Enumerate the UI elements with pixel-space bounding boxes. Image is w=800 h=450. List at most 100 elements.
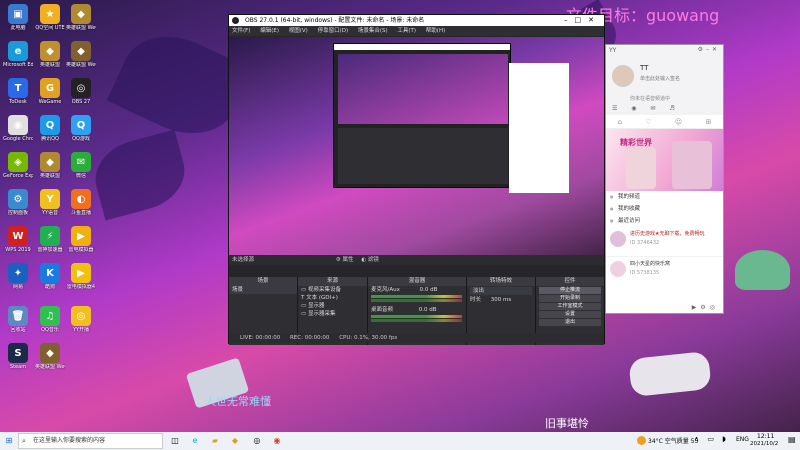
desktop-icon[interactable]: ▣ 此电脑 — [3, 4, 33, 31]
desktop-icon[interactable]: ★ QQ空间 UTE — [35, 4, 65, 31]
desktop-icon[interactable]: K 酷狗 — [35, 263, 65, 290]
obs-preview[interactable]: 在这里输入你要搜索的内容 — [229, 37, 604, 264]
menu-scene-collection[interactable]: 场景集合(S) — [358, 28, 388, 34]
desktop-icon-label: WeGame — [38, 99, 62, 105]
filters-button[interactable]: ◐ 滤镜 — [361, 257, 379, 263]
menu-tools[interactable]: 工具(T) — [397, 28, 416, 34]
exit-button[interactable]: 退出 — [539, 319, 601, 326]
game-icon[interactable]: ⊞ — [705, 118, 711, 126]
recent-channel[interactable]: 四小天星的快乐窝 ID 5738135 — [606, 257, 723, 287]
obs-titlebar[interactable]: OBS 27.0.1 (64-bit, windows) - 配置文件: 未命名… — [229, 15, 604, 26]
window-controls[interactable]: ⚙–✕ — [698, 46, 720, 53]
start-icon[interactable]: ⊞ — [4, 435, 14, 446]
desktop-icon[interactable]: ♫ QQ音乐 — [35, 306, 65, 333]
recent-channel[interactable]: 进历史游戏★无聊下载，免费畅玩 ID 3746432 — [606, 227, 723, 257]
transition-duration[interactable]: 时长 300 ms — [467, 296, 535, 304]
yy-toolbar-icons[interactable]: ☰ ◉ ✉ ♬ — [612, 105, 681, 112]
source-item[interactable]: ▭ 显示器 — [298, 302, 367, 310]
studio-mode-button[interactable]: 工作室模式 — [539, 303, 601, 310]
heart-icon[interactable]: ♡ — [645, 118, 651, 126]
app-icon: ▶ — [71, 263, 91, 283]
start-recording-button[interactable]: 开始录制 — [539, 295, 601, 302]
desktop-icon[interactable]: T ToDesk — [3, 78, 33, 105]
source-item[interactable]: ▭ 显示器采集 — [298, 310, 367, 318]
desktop-icon[interactable]: ◉Google Chrome — [3, 115, 33, 142]
menu-help[interactable]: 帮助(H) — [426, 28, 445, 34]
home-icon[interactable]: ⌂ — [618, 118, 622, 126]
desktop-icon-label: QQ空间 UTE — [35, 25, 65, 31]
menu-view[interactable]: 视图(V) — [289, 28, 308, 34]
desktop-icon[interactable]: Y YY语音 — [35, 189, 65, 216]
desktop-icon[interactable]: ⚙ 控制面板 — [3, 189, 33, 216]
desktop-icon[interactable]: ◈GeForce Experience — [3, 152, 33, 179]
desktop-icon[interactable]: W WPS 2019 — [3, 226, 33, 253]
notification-icon[interactable]: ▤ — [788, 435, 796, 444]
desktop-icon[interactable]: ▶ 雷电模拟器4 — [66, 263, 96, 290]
clock-time[interactable]: 12:11 — [757, 433, 774, 440]
desktop-icon[interactable]: ◆ 英雄联盟 — [35, 152, 65, 179]
recent-visits[interactable]: 最近访问 — [606, 215, 723, 227]
menu-file[interactable]: 文件(F) — [232, 28, 250, 34]
yy-banner[interactable]: 精彩世界 — [606, 129, 723, 191]
desktop-icon[interactable]: ◆英雄联盟 WeGame版 — [66, 41, 96, 68]
desktop-icon[interactable]: G WeGame — [35, 78, 65, 105]
desktop-icon[interactable]: 🗑 回收站 — [3, 306, 33, 333]
yy-footer-icons[interactable]: ▶⚙◎ — [606, 304, 723, 311]
game-icon[interactable]: ◆ — [230, 435, 240, 446]
desktop-icon[interactable]: eMicrosoft Edge — [3, 41, 33, 68]
desktop-icon[interactable]: ◐ 斗鱼直播 — [66, 189, 96, 216]
properties-button[interactable]: ⚙ 属性 — [336, 257, 354, 263]
menu-edit[interactable]: 编辑(E) — [260, 28, 279, 34]
mixer-meter — [371, 315, 462, 318]
contacts-icon[interactable]: ☺ — [675, 118, 682, 126]
window-controls[interactable]: –□✕ — [564, 15, 601, 26]
desktop-icon[interactable]: ▶ 雷电模拟器 — [66, 226, 96, 253]
obs-icon[interactable]: ◎ — [252, 435, 262, 446]
my-favorites[interactable]: 我的收藏 — [606, 203, 723, 215]
tray-icons[interactable]: ∧ ▭ ◗ — [694, 435, 729, 443]
menu-docks[interactable]: 停靠窗口(D) — [318, 28, 349, 34]
input-language[interactable]: ENG — [736, 436, 749, 443]
scene-item[interactable]: 场景 — [229, 286, 297, 294]
desktop-icon[interactable]: ✦ 网易 — [3, 263, 33, 290]
obs-window[interactable]: OBS 27.0.1 (64-bit, windows) - 配置文件: 未命名… — [228, 14, 605, 345]
signature[interactable]: 单击此处输入签名 — [640, 75, 680, 82]
desktop-icon[interactable]: S Steam — [3, 343, 33, 370]
chrome-icon[interactable]: ◉ — [272, 435, 282, 446]
desktop-icon[interactable]: Q 腾讯QQ — [35, 115, 65, 142]
my-channels[interactable]: 我的频道 — [606, 191, 723, 203]
folder-icon[interactable]: ▰ — [210, 435, 220, 446]
weather-text[interactable]: 34°C 空气质量 55 — [648, 436, 698, 445]
desktop-icon[interactable]: ◎ YY开播 — [66, 306, 96, 333]
desktop-icon[interactable]: ◆ 英雄联盟 — [35, 41, 65, 68]
preview-inner-obs — [333, 43, 511, 188]
mixer-header: 混音器 — [368, 277, 466, 286]
transition-select[interactable]: 淡出 — [470, 287, 532, 295]
edge-icon[interactable]: e — [190, 435, 200, 446]
desktop-icon[interactable]: ⚡ 雷神加速器 — [35, 226, 65, 253]
task-view-icon[interactable]: ◫ — [170, 435, 180, 446]
desktop-icon[interactable]: ◆英雄联盟 WeGame版 — [35, 343, 65, 370]
live-status: LIVE: 00:00:00 — [240, 335, 281, 341]
app-icon: ◎ — [71, 306, 91, 326]
desktop-icon[interactable]: ◆英雄联盟 WeGame版 — [66, 4, 96, 31]
desktop-icon[interactable]: Q QQ游戏 — [66, 115, 96, 142]
taskbar-search[interactable]: ⌕ 在这里输入你要搜索的内容 — [18, 433, 163, 449]
source-item[interactable]: T 文本 (GDI+) — [298, 294, 367, 302]
desktop-icon[interactable]: ◎ OBS 27 — [66, 78, 96, 105]
avatar[interactable] — [612, 65, 634, 87]
app-icon: e — [8, 41, 28, 61]
clock-date[interactable]: 2021/10/2 — [750, 441, 778, 447]
leaf-decoration — [87, 129, 193, 221]
desktop-icon-label: 雷电模拟器4 — [66, 284, 96, 290]
desktop-icon[interactable]: ✉ 微信 — [66, 152, 96, 179]
stop-streaming-button[interactable]: 停止推流 — [539, 287, 601, 294]
mixer-volume-slider[interactable] — [371, 319, 462, 322]
source-item[interactable]: ▭ 视频采集设备 — [298, 286, 367, 294]
settings-button[interactable]: 设置 — [539, 311, 601, 318]
app-icon: Q — [71, 115, 91, 135]
app-icon: ★ — [40, 4, 60, 24]
mixer-volume-slider[interactable] — [371, 299, 462, 302]
desktop-icon-label: 腾讯QQ — [41, 136, 59, 142]
yy-window[interactable]: YY ⚙–✕ TT 单击此处输入签名 你未在语音频道中 ☰ ◉ ✉ ♬ ⌂ ♡ … — [605, 44, 724, 314]
